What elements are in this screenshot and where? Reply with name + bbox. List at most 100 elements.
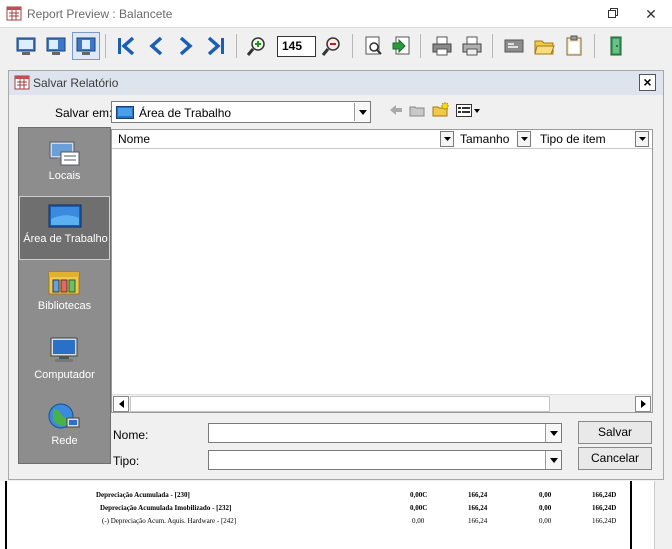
column-name-dropdown[interactable]: [440, 131, 454, 147]
first-page-button[interactable]: [112, 32, 140, 60]
report-row-desc: Depreciação Acumulada Imobilizado - [232…: [100, 504, 232, 512]
print-button[interactable]: [428, 32, 456, 60]
clipboard-button[interactable]: [560, 32, 588, 60]
place-network[interactable]: Rede: [19, 394, 110, 458]
look-in-value: Área de Trabalho: [139, 106, 232, 120]
file-name-combo[interactable]: [208, 423, 562, 443]
file-type-input[interactable]: [209, 451, 539, 469]
save-button[interactable]: Salvar: [578, 421, 652, 444]
report-row-value: 166,24: [468, 504, 488, 512]
back-arrow-icon[interactable]: [389, 104, 403, 119]
one-page-icon: [76, 37, 96, 55]
chevron-down-icon: [549, 457, 558, 463]
column-type-label: Tipo de item: [540, 132, 606, 146]
exit-icon: [610, 36, 622, 56]
clipboard-icon: [566, 35, 582, 56]
cancel-button[interactable]: Cancelar: [578, 447, 652, 470]
previous-page-button[interactable]: [142, 32, 170, 60]
zoom-out-icon: [321, 37, 340, 56]
open-icon: [534, 40, 555, 55]
up-folder-icon[interactable]: [409, 104, 425, 120]
dialog-close-button[interactable]: ×: [639, 74, 656, 91]
report-row-value: 0,00: [539, 517, 552, 525]
recent-places-icon: [47, 138, 81, 171]
page-width-icon: [16, 37, 36, 55]
dialog-titlebar: Salvar Relatório ×: [9, 71, 663, 95]
column-size[interactable]: Tamanho: [454, 130, 534, 148]
place-recent[interactable]: Locais: [19, 130, 110, 194]
report-dialog-icon: [14, 75, 30, 93]
desktop-folder-icon: [116, 106, 134, 122]
new-folder-icon[interactable]: [432, 101, 450, 120]
preview-toolbar: [0, 28, 672, 66]
file-type-combo[interactable]: [208, 450, 562, 470]
find-button[interactable]: [360, 32, 388, 60]
last-page-button[interactable]: [202, 32, 230, 60]
page-width-button[interactable]: [12, 32, 40, 60]
zoom-in-icon: [246, 37, 265, 56]
column-size-label: Tamanho: [460, 132, 510, 146]
horizontal-scrollbar[interactable]: [112, 394, 652, 412]
go-to-icon: [392, 36, 410, 55]
find-icon: [365, 36, 382, 55]
zoom-out-button[interactable]: [318, 32, 346, 60]
chevron-down-icon: [443, 137, 451, 141]
last-page-icon: [207, 36, 224, 56]
chevron-down-icon: [549, 430, 558, 436]
chevron-down-icon: [358, 109, 367, 115]
file-name-input[interactable]: [209, 424, 539, 442]
column-name-label: Nome: [118, 132, 151, 146]
place-libraries[interactable]: Bibliotecas: [19, 264, 110, 328]
report-row-value: 0,00C: [410, 504, 428, 512]
save-report-dialog: Salvar Relatório × Salvar em: Área de Tr…: [8, 70, 664, 480]
place-label: Bibliotecas: [37, 300, 92, 312]
close-icon[interactable]: ✕: [638, 4, 664, 24]
place-label: Locais: [48, 170, 81, 182]
restore-icon[interactable]: [600, 4, 626, 24]
first-page-icon: [118, 36, 135, 56]
column-size-dropdown[interactable]: [517, 131, 531, 147]
view-menu-icon[interactable]: [456, 104, 480, 120]
column-type-dropdown[interactable]: [635, 131, 649, 147]
print-setup-button[interactable]: [458, 32, 486, 60]
print-icon: [432, 36, 452, 56]
place-label: Área de Trabalho: [23, 233, 108, 245]
zoom-in-button[interactable]: [243, 32, 271, 60]
column-name[interactable]: Nome: [112, 130, 456, 148]
scroll-left-icon[interactable]: [113, 396, 129, 412]
open-button[interactable]: [530, 32, 558, 60]
column-type[interactable]: Tipo de item: [534, 130, 652, 148]
exit-button[interactable]: [602, 32, 630, 60]
file-name-dropdown-button[interactable]: [545, 424, 561, 442]
one-page-button[interactable]: [72, 32, 100, 60]
report-vertical-scrollbar[interactable]: [654, 481, 672, 549]
dialog-title: Salvar Relatório: [33, 76, 119, 90]
report-row-value: 0,00: [539, 504, 552, 512]
next-page-icon: [179, 36, 193, 56]
go-to-button[interactable]: [388, 32, 416, 60]
window-title: Report Preview : Balancete: [27, 7, 173, 21]
full-page-icon: [46, 37, 66, 55]
scroll-thumb[interactable]: [130, 396, 550, 412]
file-type-dropdown-button[interactable]: [545, 451, 561, 469]
report-row-value: 0,00: [539, 491, 552, 499]
place-label: Rede: [51, 435, 78, 447]
look-in-dropdown-button[interactable]: [354, 103, 370, 121]
file-list[interactable]: Nome Tamanho Tipo de item: [111, 129, 653, 413]
place-computer[interactable]: Computador: [19, 328, 110, 392]
file-type-label: Tipo:: [113, 454, 140, 468]
network-icon: [47, 402, 81, 435]
export-button[interactable]: [500, 32, 528, 60]
look-in-label: Salvar em:: [55, 106, 113, 120]
place-desktop[interactable]: Área de Trabalho: [19, 196, 110, 260]
zoom-percent-field[interactable]: 145: [277, 36, 316, 57]
computer-icon: [47, 336, 81, 369]
file-list-header: Nome Tamanho Tipo de item: [112, 130, 652, 149]
desktop-icon: [48, 204, 82, 233]
full-page-button[interactable]: [42, 32, 70, 60]
scroll-right-icon[interactable]: [635, 396, 651, 412]
look-in-combo[interactable]: Área de Trabalho: [111, 101, 371, 123]
next-page-button[interactable]: [172, 32, 200, 60]
report-row-value: 166,24D: [592, 517, 617, 525]
place-label: Computador: [34, 369, 95, 381]
